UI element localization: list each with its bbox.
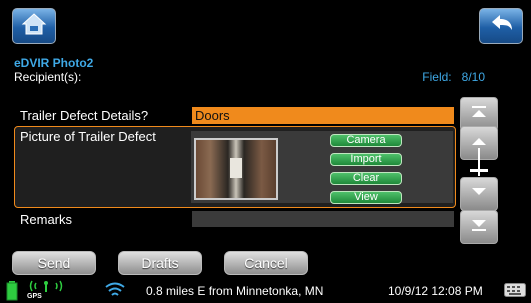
arrow-down-icon (470, 185, 488, 203)
back-arrow-icon (486, 12, 516, 41)
recipients-label: Recipient(s): (14, 70, 82, 84)
cancel-button[interactable]: Cancel (224, 251, 308, 275)
field-label: Field: (422, 70, 452, 84)
gps-label: GPS (27, 293, 42, 300)
scroll-bottom-button[interactable] (460, 210, 498, 244)
clear-button[interactable]: Clear (330, 172, 402, 185)
remarks-field[interactable] (192, 211, 454, 227)
camera-button[interactable]: Camera (330, 134, 402, 147)
datetime-text: 10/9/12 12:08 PM (388, 284, 483, 298)
trailer-defect-details-field[interactable]: Doors (192, 107, 454, 124)
field-counter: Field: 8/10 (422, 70, 485, 84)
page-title: eDVIR Photo2 (14, 56, 94, 70)
picture-of-trailer-defect-label: Picture of Trailer Defect (20, 129, 156, 144)
remarks-label: Remarks (20, 212, 73, 227)
battery-icon (6, 281, 18, 303)
home-button[interactable] (12, 8, 56, 44)
top-bar (0, 0, 531, 52)
view-button[interactable]: View (330, 191, 402, 204)
field-value: 8/10 (461, 70, 485, 84)
keyboard-icon[interactable] (504, 283, 526, 302)
scroll-to-bottom-icon (470, 218, 488, 237)
trailer-defect-details-label: Trailer Defect Details? (20, 108, 149, 123)
import-button[interactable]: Import (330, 153, 402, 166)
trailer-defect-photo-thumbnail[interactable] (194, 138, 278, 200)
drafts-button[interactable]: Drafts (118, 251, 202, 275)
scrollbar-thumb[interactable] (470, 169, 488, 172)
location-text: 0.8 miles E from Minnetonka, MN (146, 284, 324, 298)
home-icon (21, 12, 47, 41)
scroll-down-button[interactable] (460, 177, 498, 211)
send-button[interactable]: Send (12, 251, 96, 275)
wifi-icon (104, 281, 126, 303)
back-button[interactable] (479, 8, 523, 44)
scroll-to-top-icon (470, 105, 488, 124)
